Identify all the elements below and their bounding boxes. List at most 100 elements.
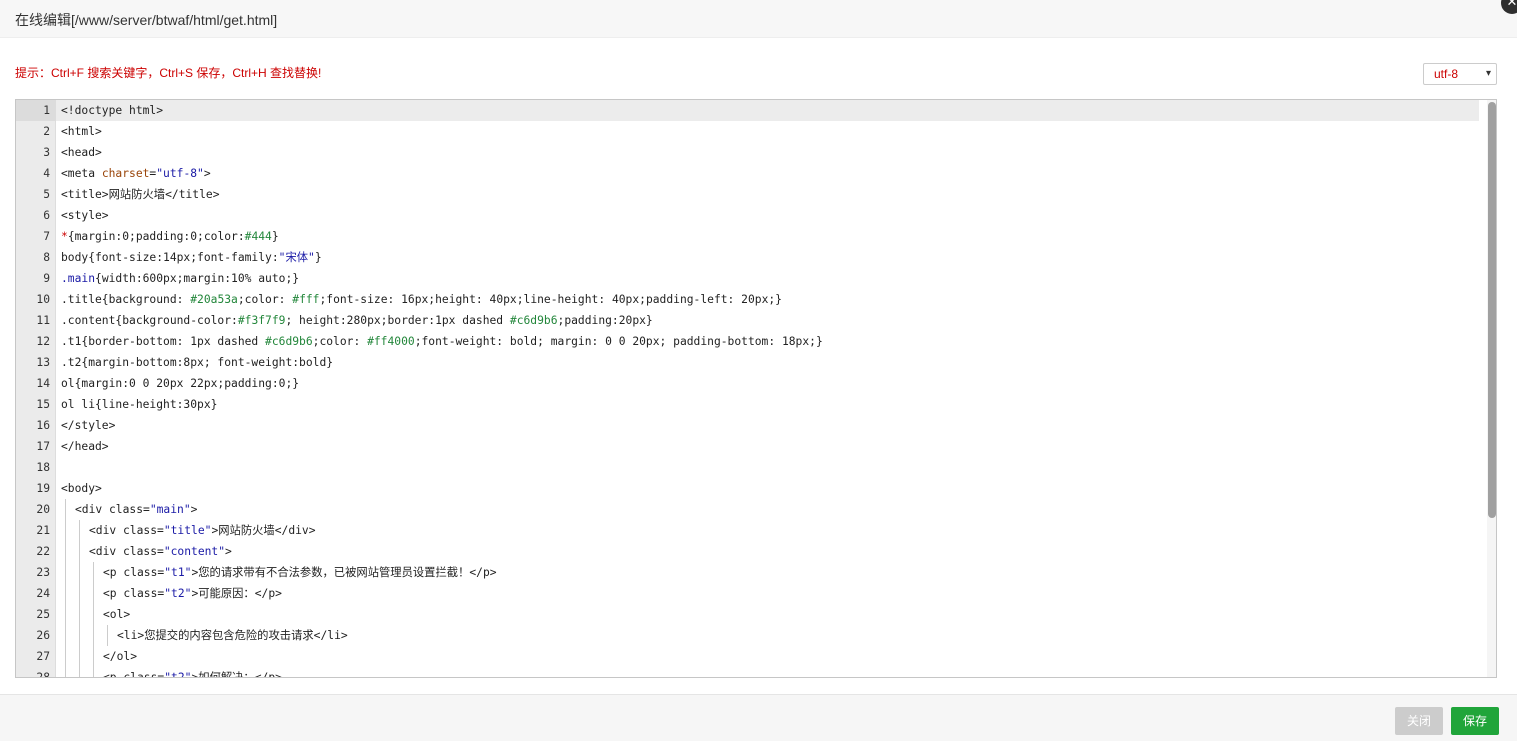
line-code[interactable]: .t2{margin-bottom:8px; font-weight:bold} bbox=[61, 352, 333, 373]
code-lines[interactable]: 1 <!doctype html> 2 <html> 3 <head> 4 <meta cha… bbox=[16, 100, 1486, 677]
code-line[interactable]: 10 .title{background: #20a53a;color: #fff… bbox=[16, 289, 1486, 310]
line-code[interactable]: <title>网站防火墙</title> bbox=[61, 184, 220, 205]
line-number: 22 bbox=[36, 545, 50, 558]
indent-guide bbox=[75, 583, 89, 604]
line-code[interactable]: <p class="t2">如何解决：</p> bbox=[61, 667, 282, 677]
indent-guide bbox=[89, 583, 103, 604]
code-line[interactable]: 4 <meta charset="utf-8"> bbox=[16, 163, 1486, 184]
encoding-select[interactable]: utf-8 ▾ bbox=[1423, 63, 1497, 85]
line-code[interactable]: <!doctype html> bbox=[61, 100, 163, 121]
code-line[interactable]: 8 body{font-size:14px;font-family:"宋体"} bbox=[16, 247, 1486, 268]
line-text: <html> bbox=[61, 125, 102, 138]
code-line[interactable]: 6 <style> bbox=[16, 205, 1486, 226]
code-line[interactable]: 18 bbox=[16, 457, 1486, 478]
line-code[interactable]: <p class="t2">可能原因：</p> bbox=[61, 583, 282, 604]
line-text: <body> bbox=[61, 482, 102, 495]
dialog-footer: 关闭 保存 bbox=[0, 694, 1517, 741]
code-line[interactable]: 11 .content{background-color:#f3f7f9; hei… bbox=[16, 310, 1486, 331]
line-text: </ol> bbox=[103, 650, 138, 663]
line-number: 19 bbox=[36, 482, 50, 495]
line-text: <div class="content"> bbox=[89, 545, 232, 558]
code-line[interactable]: 27 </ol> bbox=[16, 646, 1486, 667]
indent-guide bbox=[75, 541, 89, 562]
line-code[interactable]: </ol> bbox=[61, 646, 137, 667]
line-number: 7 bbox=[43, 230, 50, 243]
code-line[interactable]: 14 ol{margin:0 0 20px 22px;padding:0;} bbox=[16, 373, 1486, 394]
indent-guide bbox=[61, 667, 75, 677]
save-button[interactable]: 保存 bbox=[1451, 707, 1499, 735]
code-line[interactable]: 19 <body> bbox=[16, 478, 1486, 499]
line-code[interactable]: </style> bbox=[61, 415, 115, 436]
indent-guide bbox=[89, 625, 103, 646]
line-code[interactable]: <meta charset="utf-8"> bbox=[61, 163, 211, 184]
code-line[interactable]: 13 .t2{margin-bottom:8px; font-weight:bol… bbox=[16, 352, 1486, 373]
code-line[interactable]: 26 <li>您提交的内容包含危险的攻击请求</li> bbox=[16, 625, 1486, 646]
line-number: 8 bbox=[43, 251, 50, 264]
line-code[interactable]: .t1{border-bottom: 1px dashed #c6d9b6;co… bbox=[61, 331, 823, 352]
line-number: 1 bbox=[16, 100, 56, 121]
code-line[interactable]: 23 <p class="t1">您的请求带有不合法参数，已被网站管理员设置拦截！… bbox=[16, 562, 1486, 583]
indent-guide bbox=[75, 562, 89, 583]
line-code[interactable]: <html> bbox=[61, 121, 102, 142]
line-code[interactable]: body{font-size:14px;font-family:"宋体"} bbox=[61, 247, 322, 268]
indent-guide bbox=[103, 625, 117, 646]
line-number: 16 bbox=[36, 419, 50, 432]
line-code[interactable]: <div class="main"> bbox=[61, 499, 197, 520]
line-code[interactable]: <li>您提交的内容包含危险的攻击请求</li> bbox=[61, 625, 348, 646]
code-line[interactable]: 1 <!doctype html> bbox=[16, 100, 1479, 121]
code-line[interactable]: 9 .main{width:600px;margin:10% auto;} bbox=[16, 268, 1486, 289]
line-code[interactable]: ol li{line-height:30px} bbox=[61, 394, 217, 415]
line-code[interactable]: ol{margin:0 0 20px 22px;padding:0;} bbox=[61, 373, 299, 394]
line-number: 21 bbox=[36, 524, 50, 537]
line-text: </style> bbox=[61, 419, 116, 432]
line-code[interactable]: .main{width:600px;margin:10% auto;} bbox=[61, 268, 299, 289]
line-text: .t1{border-bottom: 1px dashed #c6d9b6;co… bbox=[61, 335, 823, 348]
line-code[interactable]: </head> bbox=[61, 436, 109, 457]
line-code[interactable]: <ol> bbox=[61, 604, 130, 625]
code-line[interactable]: 12 .t1{border-bottom: 1px dashed #c6d9b6;… bbox=[16, 331, 1486, 352]
code-line[interactable]: 22 <div class="content"> bbox=[16, 541, 1486, 562]
dialog-title: 在线编辑[/www/server/btwaf/html/get.html] bbox=[15, 12, 278, 28]
line-number: 2 bbox=[43, 125, 50, 138]
indent-guide bbox=[75, 667, 89, 677]
code-line[interactable]: 2 <html> bbox=[16, 121, 1486, 142]
indent-guide bbox=[61, 541, 75, 562]
line-text: </head> bbox=[61, 440, 109, 453]
line-number: 15 bbox=[36, 398, 50, 411]
code-line[interactable]: 25 <ol> bbox=[16, 604, 1486, 625]
line-number: 5 bbox=[43, 188, 50, 201]
line-number: 17 bbox=[36, 440, 50, 453]
code-line[interactable]: 15 ol li{line-height:30px} bbox=[16, 394, 1486, 415]
code-line[interactable]: 20 <div class="main"> bbox=[16, 499, 1486, 520]
line-code[interactable]: .content{background-color:#f3f7f9; heigh… bbox=[61, 310, 653, 331]
code-line[interactable]: 21 <div class="title">网站防火墙</div> bbox=[16, 520, 1486, 541]
line-text: <style> bbox=[61, 209, 109, 222]
line-code[interactable]: *{margin:0;padding:0;color:#444} bbox=[61, 226, 279, 247]
code-line[interactable]: 17 </head> bbox=[16, 436, 1486, 457]
line-code[interactable]: .title{background: #20a53a;color: #fff;f… bbox=[61, 289, 782, 310]
line-code[interactable]: <p class="t1">您的请求带有不合法参数，已被网站管理员设置拦截！</… bbox=[61, 562, 497, 583]
code-line[interactable]: 28 <p class="t2">如何解决：</p> bbox=[16, 667, 1486, 677]
code-line[interactable]: 7 *{margin:0;padding:0;color:#444} bbox=[16, 226, 1486, 247]
dialog-titlebar: 在线编辑[/www/server/btwaf/html/get.html] ✕ bbox=[0, 0, 1517, 38]
indent-guide bbox=[61, 625, 75, 646]
code-line[interactable]: 24 <p class="t2">可能原因：</p> bbox=[16, 583, 1486, 604]
line-code[interactable]: <div class="content"> bbox=[61, 541, 232, 562]
code-line[interactable]: 16 </style> bbox=[16, 415, 1486, 436]
code-line[interactable]: 5 <title>网站防火墙</title> bbox=[16, 184, 1486, 205]
close-icon[interactable]: ✕ bbox=[1501, 0, 1517, 14]
line-text: ol li{line-height:30px} bbox=[61, 398, 218, 411]
line-code[interactable]: <body> bbox=[61, 478, 102, 499]
line-code[interactable]: <head> bbox=[61, 142, 102, 163]
line-number: 10 bbox=[36, 293, 50, 306]
indent-guide bbox=[89, 646, 103, 667]
indent-guide bbox=[89, 562, 103, 583]
line-code[interactable]: <div class="title">网站防火墙</div> bbox=[61, 520, 316, 541]
close-button[interactable]: 关闭 bbox=[1395, 707, 1443, 735]
editor-scrollbar[interactable] bbox=[1487, 100, 1496, 677]
code-editor[interactable]: 1 <!doctype html> 2 <html> 3 <head> 4 <meta cha… bbox=[15, 99, 1497, 678]
line-text: body{font-size:14px;font-family:"宋体"} bbox=[61, 251, 322, 264]
code-line[interactable]: 3 <head> bbox=[16, 142, 1486, 163]
line-code[interactable]: <style> bbox=[61, 205, 109, 226]
scrollbar-thumb[interactable] bbox=[1488, 102, 1496, 518]
